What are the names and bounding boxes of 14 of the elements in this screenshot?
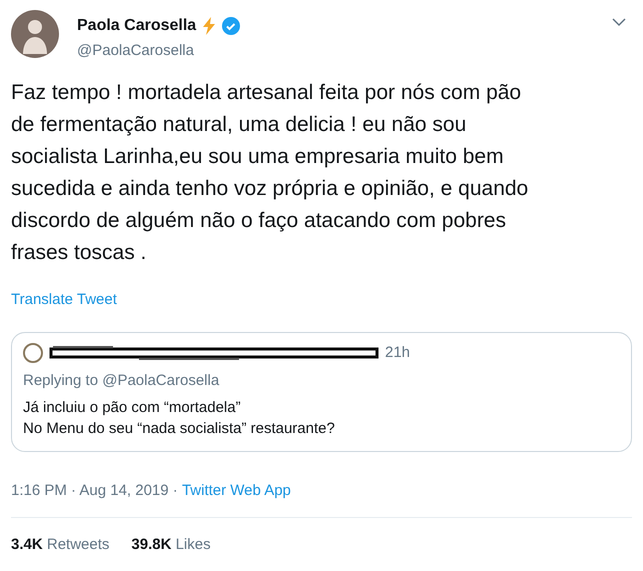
quoted-tweet-card[interactable]: 21h Replying to @PaolaCarosella Já incluiu o pão com “mortadela” No Menu do seu “nada socialista” restaurante?: [11, 332, 632, 452]
stat-link[interactable]: 3.4K Retweets: [11, 534, 110, 556]
avatar-icon: [23, 342, 43, 363]
quoted-time[interactable]: 21h: [385, 342, 410, 364]
lightning-icon: [202, 17, 216, 35]
chevron-down-icon[interactable]: [612, 18, 626, 27]
timestamp: 1:16 PM · Aug 14, 2019 ·: [11, 480, 179, 500]
tweet-text: Faz tempo ! mortadela artesanal feita por nós com pão de fermentação natural, uma delicia ! eu não sou socialista Larinha,eu sou uma empresaria muito bem sucedida e ainda tenho voz própria e opinião, e quando discordo de alguém não o faço atacando com pobres frases toscas .: [11, 80, 530, 266]
stat-link[interactable]: 39.8K Likes: [131, 534, 211, 556]
author-handle[interactable]: @PaolaCarosella: [77, 40, 612, 62]
avatar-icon[interactable]: [11, 10, 59, 58]
replying-to: Replying to @PaolaCarosella: [23, 371, 220, 391]
quoted-tweet-text: Já incluiu o pão com “mortadela” No Menu do seu “nada socialista” restaurante?: [23, 398, 336, 438]
author-name[interactable]: Paola Carosella: [77, 14, 196, 38]
